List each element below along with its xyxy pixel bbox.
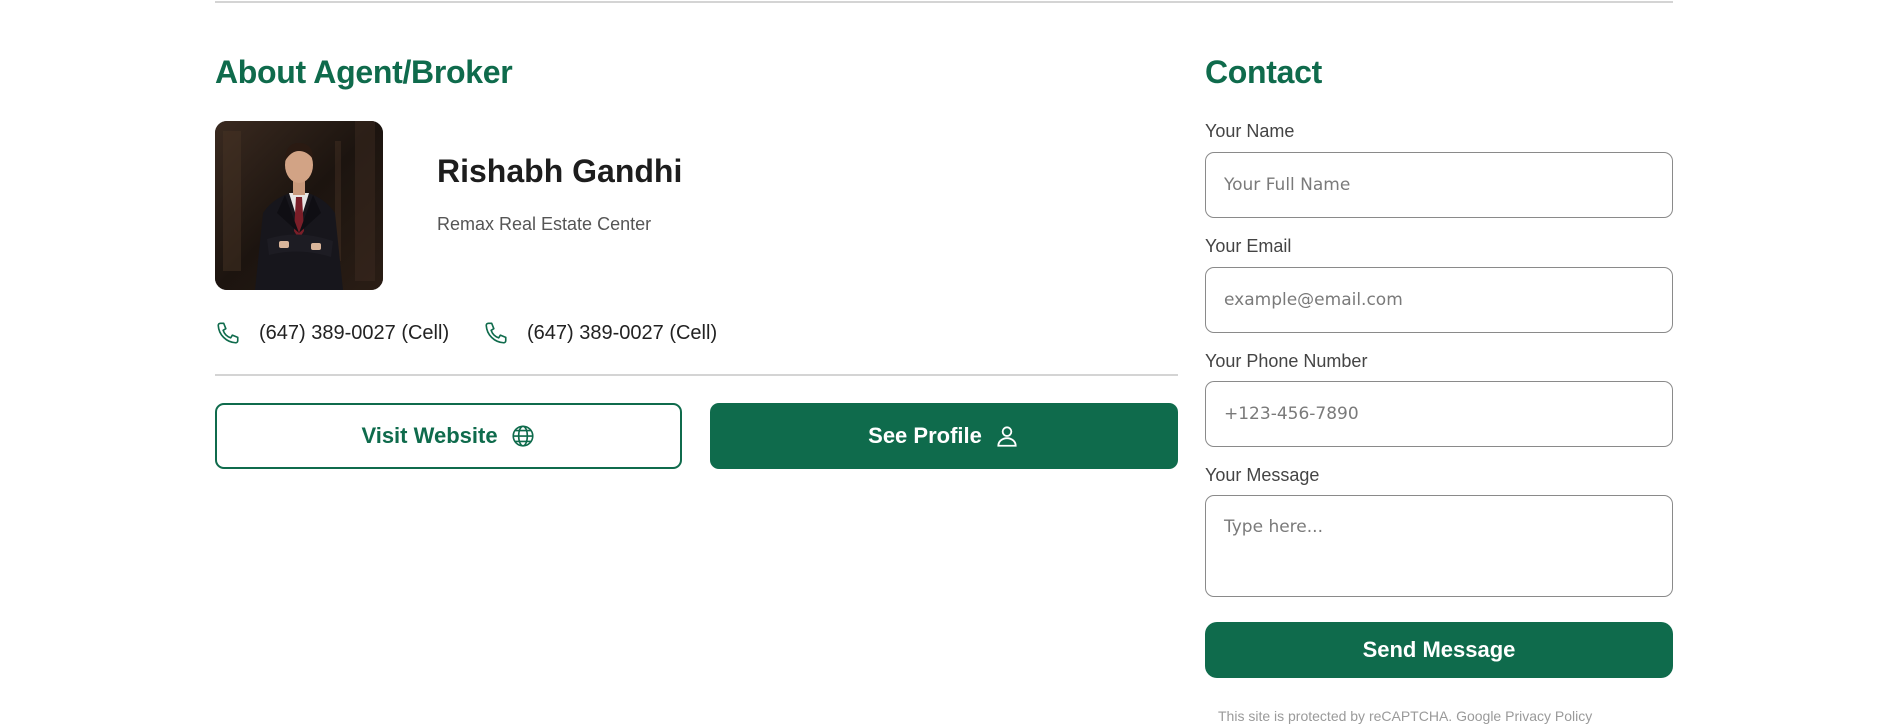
user-icon [994,423,1020,449]
agency-name: Remax Real Estate Center [437,214,652,234]
send-message-button[interactable]: Send Message [1205,622,1673,678]
phone-link[interactable]: (647) 389-0027 (Cell) [215,318,449,348]
message-field-label: Your Message [1205,465,1320,485]
see-profile-button[interactable]: See Profile [710,403,1178,469]
email-field-label: Your Email [1205,236,1292,256]
about-agent-section: About Agent/Broker Rishabh Gandhi Remax … [215,0,1178,722]
phone-number: (647) 389-0027 (Cell) [259,321,450,344]
phone-field-label: Your Phone Number [1205,351,1368,371]
agent-name: Rishabh Gandhi [437,153,683,189]
phone-number: (647) 389-0027 (Cell) [527,321,718,344]
visit-website-button[interactable]: Visit Website [215,403,682,469]
message-textarea[interactable] [1205,495,1673,597]
name-field-label: Your Name [1205,121,1295,141]
about-section-title: About Agent/Broker [215,54,513,90]
phone-icon [483,320,509,346]
contact-section-title: Contact [1205,54,1323,90]
phone-icon [215,320,241,346]
globe-icon [510,423,536,449]
agent-photo [215,121,383,290]
section-divider [215,374,1178,376]
phone-input[interactable] [1205,381,1673,447]
name-input[interactable] [1205,152,1673,218]
see-profile-label: See Profile [868,423,982,448]
contact-section: Contact Your Name Your Email Your Phone … [1205,0,1673,724]
phone-link[interactable]: (647) 389-0027 (Cell) [483,318,717,348]
visit-website-label: Visit Website [361,423,498,448]
email-input[interactable] [1205,267,1673,333]
